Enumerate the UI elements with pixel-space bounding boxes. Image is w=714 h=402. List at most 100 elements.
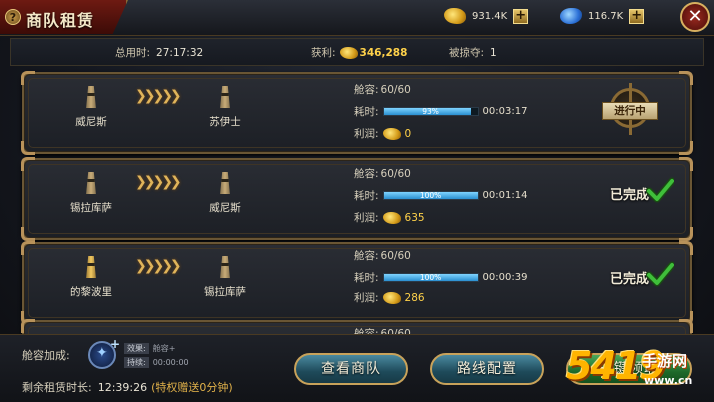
- lighthouse-icon: [86, 172, 96, 194]
- frame-corner: [21, 319, 35, 333]
- status-label: 进行中: [602, 102, 658, 120]
- capacity-value: 60/60: [380, 167, 411, 180]
- destination-city: 苏伊士: [180, 86, 270, 129]
- help-icon[interactable]: ?: [5, 9, 21, 25]
- plus-icon: +: [110, 337, 121, 351]
- status-in-progress: 进行中: [602, 83, 658, 136]
- add-gold-button[interactable]: +: [513, 8, 529, 24]
- origin-city: 锡拉库萨: [46, 172, 136, 215]
- checkmark-icon: [646, 261, 674, 287]
- total-time: 总用时: 27:17:32: [115, 45, 203, 60]
- capacity-value: 60/60: [380, 249, 411, 262]
- progress-bar: 100%: [382, 191, 479, 200]
- gold-coins-icon: [382, 211, 401, 224]
- capacity-row: 舱容: 60/60: [354, 166, 411, 181]
- status-label: 已完成: [610, 188, 650, 203]
- time-row: 耗时: 100% 00:00:39: [354, 270, 527, 285]
- progress-bar: 100%: [382, 273, 479, 282]
- time-label: 耗时:: [354, 106, 379, 118]
- profit-row: 利润: 286: [354, 290, 425, 305]
- lighthouse-icon: [220, 172, 230, 194]
- frame-corner: [21, 241, 35, 255]
- gem-resource: 116.7K +: [560, 7, 645, 25]
- view-fleet-button[interactable]: 查看商队: [294, 353, 408, 385]
- route-config-button[interactable]: 路线配置: [430, 353, 544, 385]
- profit-label: 利润:: [354, 212, 379, 224]
- destination-city: 锡拉库萨: [180, 256, 270, 299]
- route-arrows-icon: ❯❯❯❯❯: [135, 88, 182, 104]
- checkmark-icon: [646, 177, 674, 203]
- profit-label: 获利:: [311, 47, 336, 59]
- top-bar: ? 商队租赁 931.4K + 116.7K + ✕: [0, 0, 714, 36]
- route-profit-value: 0: [404, 127, 412, 140]
- plunder-value: 1: [490, 46, 497, 59]
- lighthouse-icon: [86, 86, 96, 108]
- frame-corner: [21, 71, 35, 85]
- frame-corner: [21, 157, 35, 171]
- profit-row: 利润: 635: [354, 210, 425, 225]
- status-label: 已完成: [610, 272, 650, 287]
- frame-corner: [679, 71, 693, 85]
- progress-percent: 93%: [422, 107, 439, 116]
- blue-gem-icon: [560, 8, 582, 24]
- time-label: 耗时:: [354, 272, 379, 284]
- gold-coins-icon: [339, 46, 358, 59]
- origin-city-name: 锡拉库萨: [70, 202, 112, 214]
- watermark-site-name: 手游网: [642, 352, 688, 370]
- frame-corner: [21, 141, 35, 155]
- progress-bar: 93%: [382, 107, 479, 116]
- route-arrows-icon: ❯❯❯❯❯: [135, 174, 182, 190]
- total-time-value: 27:17:32: [156, 46, 204, 59]
- capacity-label: 舱容:: [354, 250, 379, 262]
- gold-coins-icon: [382, 291, 401, 304]
- bonus-effect: 效果: 舱容+: [124, 343, 175, 354]
- gem-amount: 116.7K: [588, 10, 624, 22]
- remaining-rental: 剩余租赁时长: 12:39:26 (特权赠送0分钟): [22, 379, 233, 395]
- watermark-url: www.cn: [644, 374, 693, 387]
- route-profit-value: 635: [404, 211, 425, 224]
- site-watermark: 5419 手游网 www.cn: [566, 344, 714, 402]
- watermark-digits: 54: [566, 344, 617, 388]
- gold-resource: 931.4K +: [444, 7, 529, 25]
- capacity-label: 舱容:: [354, 84, 379, 96]
- destination-city-name: 锡拉库萨: [204, 286, 246, 298]
- profit-label: 利润:: [354, 128, 379, 140]
- route-card[interactable]: 锡拉库萨 ❯❯❯❯❯ 威尼斯 舱容: 60/60 耗时: 100% 00:01:…: [21, 157, 693, 241]
- profit-value: 346,288: [359, 46, 408, 59]
- remaining-time: 00:03:17: [482, 106, 528, 117]
- add-gem-button[interactable]: +: [629, 8, 645, 24]
- time-label: 耗时:: [354, 190, 379, 202]
- plundered: 被掠夺: 1: [449, 45, 497, 60]
- progress-percent: 100%: [419, 273, 442, 282]
- gold-coins-icon: [382, 127, 401, 140]
- capacity-label: 舱容:: [354, 168, 379, 180]
- caravan-rental-screen: ? 商队租赁 931.4K + 116.7K + ✕ 总用时: 27:17:32…: [0, 0, 714, 402]
- progress-percent: 100%: [419, 191, 442, 200]
- gold-amount: 931.4K: [472, 10, 508, 22]
- route-card[interactable]: 的黎波里 ❯❯❯❯❯ 锡拉库萨 舱容: 60/60 耗时: 100% 00:00…: [21, 241, 693, 325]
- time-row: 耗时: 100% 00:01:14: [354, 188, 527, 203]
- frame-corner: [679, 319, 693, 333]
- origin-city-name: 的黎波里: [70, 286, 112, 298]
- lighthouse-icon: [220, 256, 230, 278]
- total-time-label: 总用时:: [115, 47, 151, 59]
- capacity-row: 舱容: 60/60: [354, 82, 411, 97]
- duration-value: 00:00:00: [152, 358, 189, 367]
- origin-city-name: 威尼斯: [75, 116, 107, 128]
- effect-key: 效果:: [124, 343, 149, 354]
- remaining-time: 00:01:14: [482, 190, 528, 201]
- route-arrows-icon: ❯❯❯❯❯: [135, 258, 182, 274]
- close-button[interactable]: ✕: [680, 2, 710, 32]
- origin-city: 威尼斯: [46, 86, 136, 129]
- lighthouse-icon: [220, 86, 230, 108]
- time-row: 耗时: 93% 00:03:17: [354, 104, 527, 119]
- gold-coins-icon: [444, 8, 466, 24]
- page-title: 商队租赁: [26, 11, 95, 30]
- route-card[interactable]: 威尼斯 ❯❯❯❯❯ 苏伊士 舱容: 60/60 耗时: 93% 00:03:17…: [21, 71, 693, 155]
- route-profit-value: 286: [404, 291, 425, 304]
- duration-key: 持续:: [124, 357, 149, 368]
- capacity-value: 60/60: [380, 83, 411, 96]
- frame-corner: [679, 241, 693, 255]
- frame-corner: [679, 157, 693, 171]
- remaining-time: 00:00:39: [482, 272, 528, 283]
